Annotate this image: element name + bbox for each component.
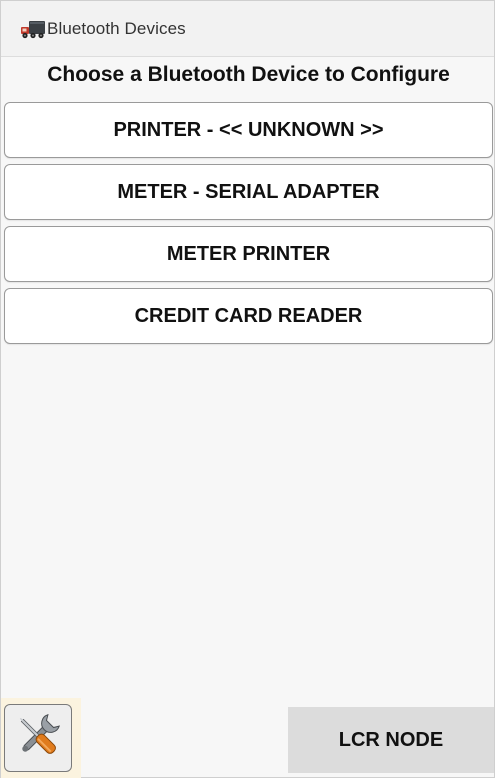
page-heading: Choose a Bluetooth Device to Configure <box>47 63 450 86</box>
truck-icon <box>19 18 47 40</box>
wrench-screwdriver-icon <box>10 708 66 769</box>
window-title: Bluetooth Devices <box>47 18 186 38</box>
meter-serial-adapter-button[interactable]: METER - SERIAL ADAPTER <box>4 164 493 220</box>
title-bar: Bluetooth Devices <box>1 1 494 57</box>
lcr-node-button[interactable]: LCR NODE <box>288 707 494 773</box>
credit-card-reader-button[interactable]: CREDIT CARD READER <box>4 288 493 344</box>
meter-printer-button[interactable]: METER PRINTER <box>4 226 493 282</box>
tools-area <box>1 698 81 778</box>
printer-unknown-button[interactable]: PRINTER - << UNKNOWN >> <box>4 102 493 158</box>
tools-button[interactable] <box>4 704 72 772</box>
bluetooth-devices-screen: Bluetooth Devices Choose a Bluetooth Dev… <box>0 0 495 778</box>
